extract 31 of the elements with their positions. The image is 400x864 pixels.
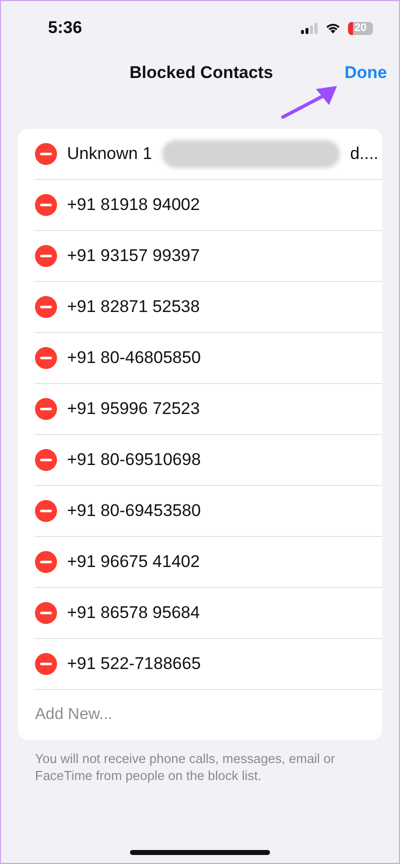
contact-name: +91 95996 72523 (67, 399, 200, 419)
remove-icon[interactable] (35, 551, 57, 573)
contact-name: +91 81918 94002 (67, 195, 200, 215)
wifi-icon (325, 22, 341, 34)
contact-name: +91 96675 41402 (67, 552, 200, 572)
contact-name: +91 522-7188665 (67, 654, 201, 674)
contact-name: +91 80-69453580 (67, 501, 201, 521)
remove-icon[interactable] (35, 398, 57, 420)
contact-name: +91 82871 52538 (67, 297, 200, 317)
battery-icon: 20 (348, 22, 373, 34)
remove-icon[interactable] (35, 449, 57, 471)
remove-icon[interactable] (35, 245, 57, 267)
contact-name-tail: d.... (350, 144, 378, 164)
screen-title: Blocked Contacts (129, 63, 274, 83)
remove-icon[interactable] (35, 296, 57, 318)
contact-name: +91 93157 99397 (67, 246, 200, 266)
signal-icon (301, 22, 318, 34)
contact-name: Unknown 1 (67, 144, 152, 164)
done-button[interactable]: Done (344, 63, 387, 83)
remove-icon[interactable] (35, 500, 57, 522)
status-time: 5:36 (48, 18, 82, 38)
contact-name: +91 86578 95684 (67, 603, 200, 623)
remove-icon[interactable] (35, 143, 57, 165)
contact-name: +91 80-69510698 (67, 450, 201, 470)
remove-icon[interactable] (35, 602, 57, 624)
remove-icon[interactable] (35, 347, 57, 369)
remove-icon[interactable] (35, 194, 57, 216)
add-new-link[interactable]: Add New... (35, 706, 112, 724)
remove-icon[interactable] (35, 653, 57, 675)
footer-note: You will not receive phone calls, messages, email or FaceTime from people on the block list. (35, 750, 336, 784)
contact-name: +91 80-46805850 (67, 348, 201, 368)
